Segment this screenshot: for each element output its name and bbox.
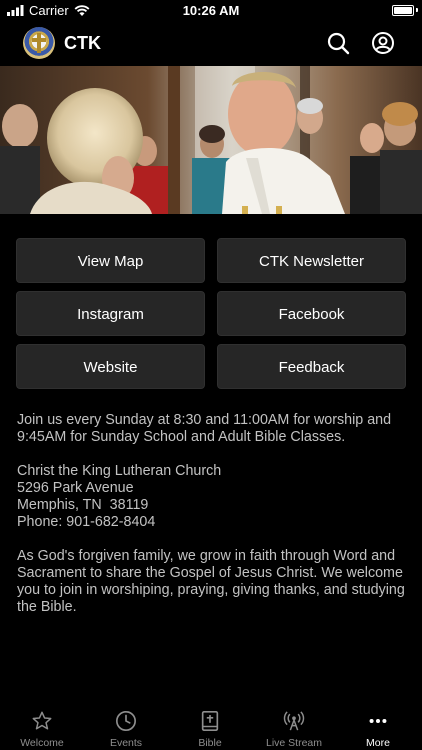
facebook-button[interactable]: Facebook	[217, 291, 406, 336]
church-name: Christ the King Lutheran Church	[17, 463, 222, 479]
tab-live-stream-label: Live Stream	[265, 737, 323, 749]
instagram-button[interactable]: Instagram	[16, 291, 205, 336]
tab-welcome-label: Welcome	[20, 737, 64, 749]
star-icon	[32, 711, 52, 730]
tab-more[interactable]: More	[336, 702, 420, 750]
view-map-button[interactable]: View Map	[16, 238, 205, 283]
tab-events-label: Events	[109, 737, 143, 749]
phone-number[interactable]: Phone: 901-682-8404	[17, 514, 409, 531]
battery-tip	[416, 8, 418, 12]
tab-bible-label: Bible	[198, 737, 222, 749]
mission-text: As God's forgiven family, we grow in fai…	[17, 548, 405, 615]
tab-welcome[interactable]: Welcome	[0, 702, 84, 750]
newsletter-button[interactable]: CTK Newsletter	[217, 238, 406, 283]
tab-events[interactable]: Events	[84, 702, 168, 750]
hero-illustration	[0, 66, 422, 214]
address-line-1: 5296 Park Avenue	[17, 480, 134, 496]
bible-icon	[201, 711, 219, 731]
status-time: 10:26 AM	[182, 3, 240, 18]
church-logo-icon[interactable]	[23, 27, 55, 59]
battery-level	[394, 7, 412, 14]
website-button[interactable]: Website	[16, 344, 205, 389]
battery-icon	[392, 5, 414, 16]
info-text: Join us every Sunday at 8:30 and 11:00AM…	[17, 412, 409, 616]
status-bar: Carrier 10:26 AM	[0, 0, 422, 22]
app-title: CTK	[64, 33, 101, 53]
search-icon[interactable]	[326, 31, 350, 55]
tab-bible[interactable]: Bible	[168, 702, 252, 750]
tab-live-stream[interactable]: Live Stream	[252, 702, 336, 750]
hero-photo	[0, 66, 422, 214]
app-header: CTK	[0, 22, 422, 64]
address-line-2: Memphis, TN 38119	[17, 497, 149, 513]
tab-more-label: More	[366, 737, 390, 749]
logo-cross-horizontal	[32, 38, 46, 42]
more-icon	[369, 718, 387, 724]
logo-cross-vertical	[37, 33, 41, 53]
account-icon[interactable]	[371, 31, 395, 55]
feedback-button[interactable]: Feedback	[217, 344, 406, 389]
clock-icon	[116, 711, 136, 731]
tab-bar: Welcome Events Bible Live Stream More	[0, 702, 422, 750]
broadcast-icon	[283, 711, 305, 731]
schedule-text: Join us every Sunday at 8:30 and 11:00AM…	[17, 412, 392, 445]
